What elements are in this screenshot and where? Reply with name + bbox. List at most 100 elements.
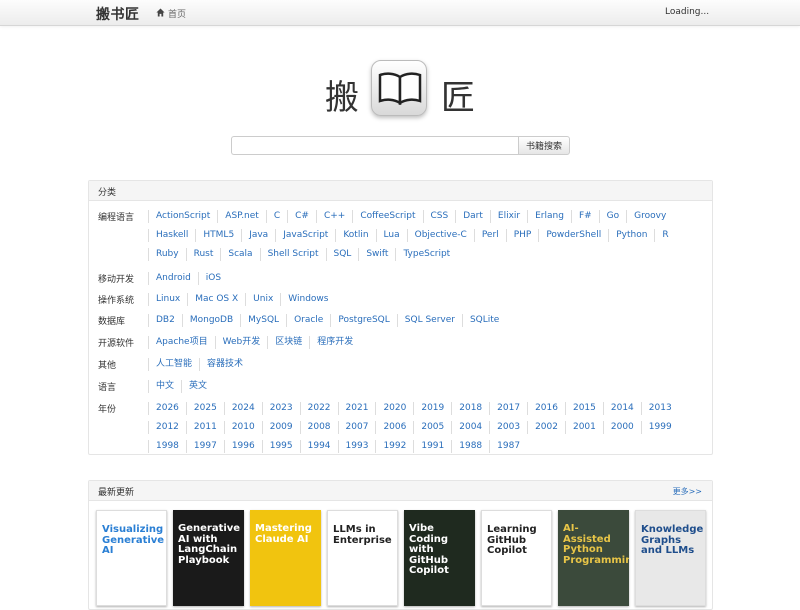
category-link[interactable]: 1998	[148, 440, 186, 453]
category-link[interactable]: SQL	[325, 248, 359, 261]
category-link[interactable]: 2012	[148, 421, 186, 434]
category-link[interactable]: Erlang	[527, 210, 571, 223]
category-link[interactable]: 1999	[640, 421, 679, 434]
category-link[interactable]: C#	[287, 210, 316, 223]
category-link[interactable]: 人工智能	[148, 358, 199, 371]
category-link[interactable]: 1991	[413, 440, 451, 453]
search-button[interactable]: 书籍搜索	[518, 136, 570, 155]
category-link[interactable]: 2016	[527, 402, 565, 415]
category-link[interactable]: Java	[241, 229, 275, 242]
category-link[interactable]: Rust	[185, 248, 221, 261]
category-link[interactable]: 2014	[602, 402, 641, 415]
category-link[interactable]: Windows	[280, 293, 335, 306]
book-cover[interactable]: Generative AI with LangChain Playbook	[173, 510, 244, 606]
book-cover[interactable]: Visualizing Generative AI	[96, 510, 167, 606]
category-link[interactable]: Oracle	[286, 314, 330, 327]
category-link[interactable]: JavaScript	[275, 229, 335, 242]
category-link[interactable]: 2024	[223, 402, 262, 415]
category-link[interactable]: HTML5	[195, 229, 241, 242]
category-link[interactable]: Linux	[148, 293, 187, 306]
book-cover[interactable]: Learning GitHub Copilot	[481, 510, 552, 606]
category-link[interactable]: 2007	[337, 421, 376, 434]
category-link[interactable]: 1988	[451, 440, 489, 453]
category-link[interactable]: 2002	[527, 421, 565, 434]
nav-home-link[interactable]: 首页	[156, 7, 186, 20]
category-link[interactable]: 1997	[185, 440, 224, 453]
book-cover[interactable]: AI-Assisted Python Programming	[558, 510, 629, 606]
book-cover[interactable]: Mastering Claude AI	[250, 510, 321, 606]
category-link[interactable]: iOS	[197, 272, 228, 285]
category-link[interactable]: SQLite	[461, 314, 506, 327]
category-link[interactable]: 2026	[148, 402, 186, 415]
category-link[interactable]: Elixir	[489, 210, 527, 223]
category-link[interactable]: 2003	[489, 421, 527, 434]
category-link[interactable]: PowderShell	[538, 229, 608, 242]
category-link[interactable]: F#	[570, 210, 599, 223]
category-link[interactable]: Apache项目	[148, 336, 215, 349]
category-link[interactable]: 区块链	[267, 336, 309, 349]
category-link[interactable]: MySQL	[240, 314, 286, 327]
category-link[interactable]: 中文	[148, 380, 181, 393]
category-link[interactable]: 1994	[299, 440, 338, 453]
book-cover[interactable]: Knowledge Graphs and LLMs	[635, 510, 706, 606]
category-link[interactable]: Groovy	[626, 210, 673, 223]
category-link[interactable]: 2018	[451, 402, 489, 415]
category-link[interactable]: 2022	[299, 402, 338, 415]
category-link[interactable]: C	[265, 210, 287, 223]
category-link[interactable]: Swift	[358, 248, 395, 261]
category-link[interactable]: 1996	[223, 440, 262, 453]
category-link[interactable]: 1987	[489, 440, 527, 453]
category-link[interactable]: 2009	[261, 421, 300, 434]
category-link[interactable]: 2023	[261, 402, 300, 415]
category-link[interactable]: Mac OS X	[187, 293, 245, 306]
category-link[interactable]: PostgreSQL	[330, 314, 396, 327]
category-link[interactable]: Kotlin	[335, 229, 375, 242]
category-link[interactable]: Dart	[455, 210, 490, 223]
category-link[interactable]: 1992	[375, 440, 413, 453]
category-link[interactable]: TypeScript	[395, 248, 457, 261]
category-link[interactable]: 1995	[261, 440, 300, 453]
brand-link[interactable]: 搬书匠	[96, 4, 140, 24]
category-link[interactable]: 2017	[489, 402, 527, 415]
category-link[interactable]: Lua	[375, 229, 407, 242]
category-link[interactable]: 2025	[185, 402, 224, 415]
category-link[interactable]: PHP	[505, 229, 539, 242]
category-link[interactable]: Perl	[473, 229, 506, 242]
category-link[interactable]: Web开发	[214, 336, 268, 349]
category-link[interactable]: Haskell	[148, 229, 195, 242]
category-link[interactable]: 2000	[602, 421, 641, 434]
category-link[interactable]: 2019	[413, 402, 451, 415]
category-link[interactable]: MongoDB	[181, 314, 240, 327]
category-link[interactable]: 2013	[640, 402, 679, 415]
category-link[interactable]: Scala	[220, 248, 259, 261]
category-link[interactable]: Shell Script	[259, 248, 326, 261]
category-link[interactable]: 2001	[564, 421, 603, 434]
category-link[interactable]: Android	[148, 272, 198, 285]
category-link[interactable]: Ruby	[148, 248, 186, 261]
category-link[interactable]: 程序开发	[309, 336, 360, 349]
category-link[interactable]: 2004	[451, 421, 489, 434]
more-link[interactable]: 更多>>	[673, 486, 702, 497]
category-link[interactable]: CSS	[422, 210, 456, 223]
category-link[interactable]: Objective-C	[406, 229, 474, 242]
book-cover[interactable]: LLMs in Enterprise	[327, 510, 398, 606]
category-link[interactable]: 2008	[299, 421, 338, 434]
category-link[interactable]: 2021	[337, 402, 376, 415]
category-link[interactable]: 2011	[185, 421, 224, 434]
category-link[interactable]: 1993	[337, 440, 376, 453]
category-link[interactable]: 2020	[375, 402, 413, 415]
search-input[interactable]	[231, 136, 518, 155]
category-link[interactable]: 英文	[181, 380, 214, 393]
category-link[interactable]: ASP.net	[217, 210, 266, 223]
category-link[interactable]: CoffeeScript	[352, 210, 422, 223]
category-link[interactable]: R	[654, 229, 675, 242]
category-link[interactable]: 2006	[375, 421, 413, 434]
category-link[interactable]: 2010	[223, 421, 262, 434]
category-link[interactable]: Unix	[245, 293, 280, 306]
category-link[interactable]: 容器技术	[199, 358, 250, 371]
category-link[interactable]: 2005	[413, 421, 451, 434]
category-link[interactable]: C++	[315, 210, 352, 223]
category-link[interactable]: SQL Server	[396, 314, 462, 327]
category-link[interactable]: Go	[598, 210, 626, 223]
category-link[interactable]: 2015	[564, 402, 603, 415]
